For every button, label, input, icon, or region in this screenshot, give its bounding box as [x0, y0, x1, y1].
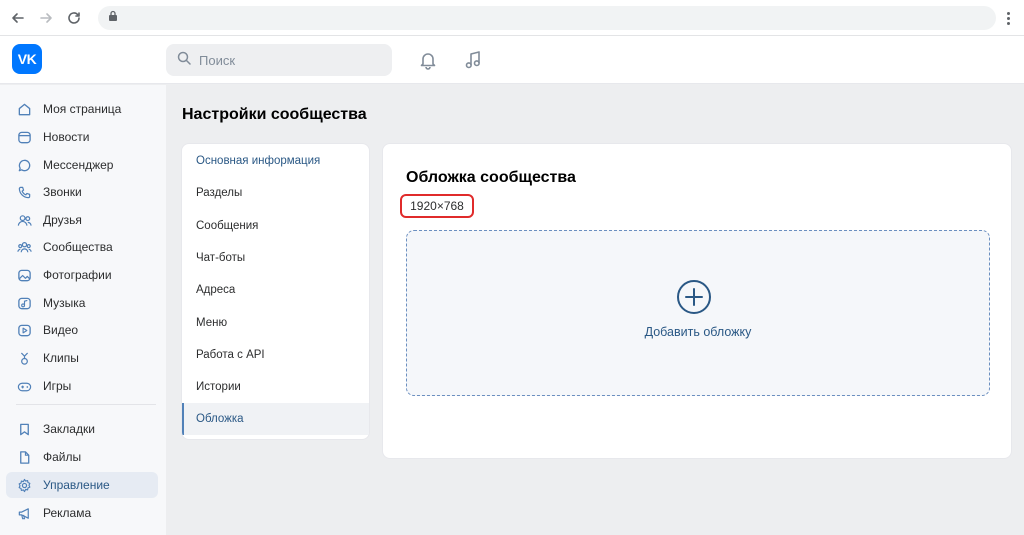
sidebar-divider [16, 404, 156, 405]
sidebar-item-calls[interactable]: Звонки [6, 179, 158, 205]
sidebar-item-video[interactable]: Видео [6, 317, 158, 343]
search-icon [177, 51, 191, 70]
cover-title: Обложка сообщества [406, 169, 576, 186]
browser-toolbar [0, 0, 1024, 36]
menu-item-stories[interactable]: Истории [182, 371, 369, 403]
bookmark-icon [16, 421, 32, 437]
cover-settings-panel: Обложка сообщества 1920×768 Добавить обл… [382, 143, 1012, 459]
menu-item-menu[interactable]: Меню [182, 307, 369, 339]
sidebar-item-games[interactable]: Игры [6, 373, 158, 399]
add-cover-dropzone[interactable]: Добавить обложку [406, 230, 990, 396]
phone-icon [16, 184, 32, 200]
address-bar[interactable] [98, 6, 996, 30]
sidebar-item-communities[interactable]: Сообщества [6, 234, 158, 260]
site-header: VK [0, 36, 1024, 84]
lock-icon [108, 9, 118, 27]
browser-menu-icon[interactable] [1000, 8, 1016, 28]
sidebar-item-photos[interactable]: Фотографии [6, 262, 158, 288]
sidebar-item-files[interactable]: Файлы [6, 444, 158, 470]
music-note-icon[interactable] [461, 48, 485, 72]
search-box[interactable] [166, 44, 392, 76]
gamepad-icon [16, 378, 32, 394]
friends-icon [16, 212, 32, 228]
forward-arrow-icon[interactable] [36, 8, 56, 28]
sidebar-item-bookmarks[interactable]: Закладки [6, 416, 158, 442]
page-title: Настройки сообщества [182, 106, 367, 123]
file-icon [16, 449, 32, 465]
vk-logo[interactable]: VK [12, 44, 42, 74]
menu-item-basic-info[interactable]: Основная информация [182, 145, 369, 177]
menu-item-api[interactable]: Работа с API [182, 339, 369, 371]
menu-item-chat-bots[interactable]: Чат-боты [182, 242, 369, 274]
communities-icon [16, 239, 32, 255]
menu-item-cover[interactable]: Обложка [182, 403, 369, 435]
cover-dimensions: 1920×768 [400, 194, 474, 218]
news-icon [16, 129, 32, 145]
sidebar-item-music[interactable]: Музыка [6, 290, 158, 316]
search-input[interactable] [199, 52, 379, 68]
sidebar-item-news[interactable]: Новости [6, 124, 158, 150]
sidebar-item-ads[interactable]: Реклама [6, 500, 158, 526]
menu-item-sections[interactable]: Разделы [182, 177, 369, 209]
back-arrow-icon[interactable] [8, 8, 28, 28]
sidebar-item-messenger[interactable]: Мессенджер [6, 152, 158, 178]
gear-icon [16, 477, 32, 493]
sidebar-item-management[interactable]: Управление [6, 472, 158, 498]
clips-icon [16, 350, 32, 366]
reload-icon[interactable] [64, 8, 84, 28]
add-cover-label: Добавить обложку [644, 325, 752, 339]
menu-item-addresses[interactable]: Адреса [182, 274, 369, 306]
sidebar-item-my-page[interactable]: Моя страница [6, 96, 158, 122]
music-icon [16, 295, 32, 311]
sidebar-item-clips[interactable]: Клипы [6, 345, 158, 371]
bell-icon[interactable] [416, 48, 440, 72]
video-icon [16, 322, 32, 338]
url-input[interactable] [124, 11, 996, 25]
settings-menu: Основная информация Разделы Сообщения Ча… [181, 143, 370, 440]
home-icon [16, 101, 32, 117]
sidebar-item-friends[interactable]: Друзья [6, 207, 158, 233]
menu-item-messages[interactable]: Сообщения [182, 210, 369, 242]
message-icon [16, 157, 32, 173]
left-sidebar: Моя страница Новости Мессенджер Звонки Д… [0, 85, 166, 535]
photo-icon [16, 267, 32, 283]
megaphone-icon [16, 505, 32, 521]
plus-circle-icon [677, 280, 711, 314]
